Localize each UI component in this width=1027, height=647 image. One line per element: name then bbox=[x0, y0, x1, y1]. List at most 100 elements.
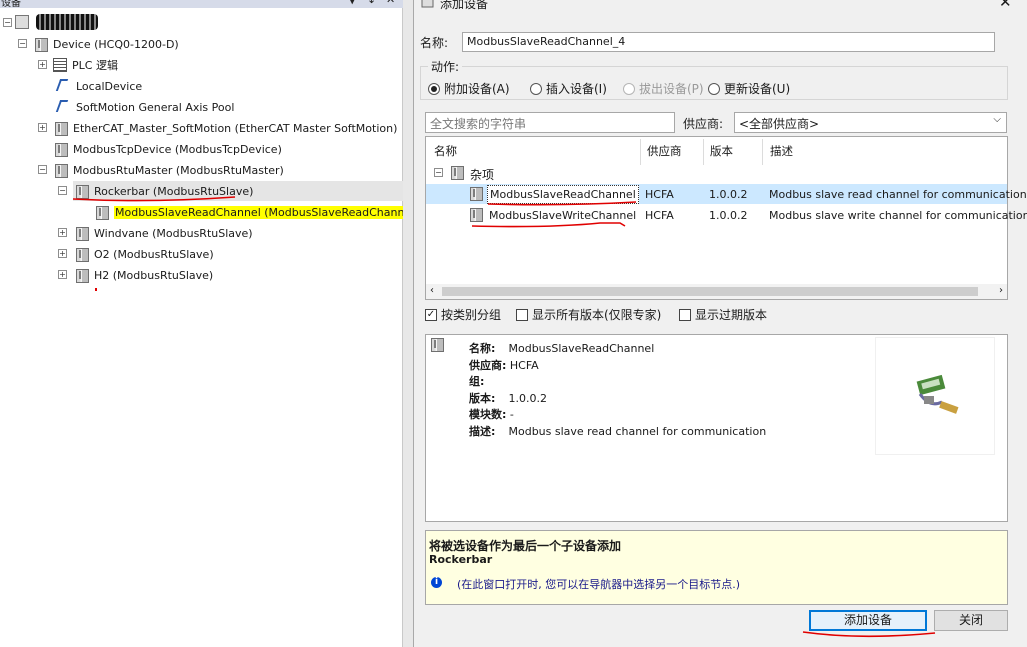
info-version: 版本: 1.0.0.2 bbox=[469, 392, 547, 405]
device-icon bbox=[34, 37, 48, 52]
expand-icon[interactable]: + bbox=[38, 60, 47, 69]
device-icon bbox=[95, 205, 109, 220]
tree-item-modbus-rtu-master[interactable]: ModbusRtuMaster (ModbusRtuMaster) bbox=[54, 160, 284, 180]
hint-target: Rockerbar bbox=[429, 553, 493, 566]
project-icon bbox=[15, 15, 29, 29]
column-separator bbox=[640, 139, 641, 165]
device-tree-panel: 设备 ▼ ↕ ✕ − − Device (HCQ0-1200-D) + PLC … bbox=[0, 0, 420, 647]
radio-plug[interactable]: 拔出设备(P) bbox=[623, 80, 704, 97]
column-separator bbox=[703, 139, 704, 165]
hint-panel: 将被选设备作为最后一个子设备添加 Rockerbar i (在此窗口打开时, 您… bbox=[425, 530, 1008, 605]
info-icon: i bbox=[431, 577, 442, 588]
folder-icon bbox=[450, 165, 464, 180]
tree-item-o2[interactable]: O2 (ModbusRtuSlave) bbox=[75, 244, 214, 264]
device-icon bbox=[75, 247, 89, 262]
hint-info-text: (在此窗口打开时, 您可以在导航器中选择另一个目标节点.) bbox=[457, 578, 741, 591]
chevron-down-icon: ⌵ bbox=[993, 114, 1001, 125]
dropdown-icon[interactable]: ▼ bbox=[348, 0, 356, 6]
radio-dot bbox=[530, 82, 542, 95]
device-icon bbox=[54, 163, 68, 178]
expand-icon[interactable]: + bbox=[58, 249, 67, 258]
column-header-desc[interactable]: 描述 bbox=[770, 143, 793, 159]
info-modules: 模块数: - bbox=[469, 408, 514, 421]
checkbox-show-all-versions[interactable]: 显示所有版本(仅限专家) bbox=[516, 306, 661, 323]
column-header-name[interactable]: 名称 bbox=[434, 143, 457, 159]
annotation-mark bbox=[95, 288, 97, 291]
expand-icon[interactable]: + bbox=[58, 228, 67, 237]
device-icon bbox=[469, 186, 483, 201]
tree-item-device[interactable]: Device (HCQ0-1200-D) bbox=[34, 34, 179, 54]
tree-item-softmotion-pool[interactable]: SoftMotion General Axis Pool bbox=[56, 97, 234, 117]
pin-icon[interactable]: ↕ bbox=[367, 0, 376, 6]
device-icon bbox=[54, 121, 68, 136]
horizontal-scrollbar[interactable]: ‹ › bbox=[426, 284, 1007, 299]
tree-item-ethercat-master[interactable]: EtherCAT_Master_SoftMotion (EtherCAT Mas… bbox=[54, 118, 397, 138]
collapse-icon[interactable]: − bbox=[38, 165, 47, 174]
splitter[interactable] bbox=[403, 0, 413, 647]
column-separator bbox=[762, 139, 763, 165]
checkbox bbox=[516, 308, 528, 321]
collapse-icon[interactable]: − bbox=[58, 186, 67, 195]
info-group: 组: bbox=[469, 375, 485, 388]
collapse-icon[interactable]: − bbox=[434, 168, 443, 177]
checkbox-show-outdated[interactable]: 显示过期版本 bbox=[679, 306, 767, 323]
annotation-underline bbox=[487, 201, 637, 206]
vendor-select[interactable]: <全部供应商> ⌵ bbox=[734, 112, 1007, 133]
tree-item-windvane[interactable]: Windvane (ModbusRtuSlave) bbox=[75, 223, 253, 243]
plc-logic-icon bbox=[53, 58, 67, 72]
device-icon bbox=[430, 337, 444, 352]
checkbox-group-by-category[interactable]: ✓ 按类别分组 bbox=[425, 306, 501, 323]
radio-dot bbox=[428, 82, 440, 95]
panel-title: 设备 bbox=[1, 0, 21, 9]
collapse-icon[interactable]: − bbox=[18, 39, 27, 48]
info-name: 名称: ModbusSlaveReadChannel bbox=[469, 342, 655, 355]
action-label: 动作: bbox=[428, 58, 463, 75]
softmotion-icon bbox=[56, 100, 68, 114]
device-list: 名称 供应商 版本 描述 − 杂项 ModbusSlaveReadChannel… bbox=[425, 136, 1027, 300]
close-icon[interactable]: ✕ bbox=[999, 0, 1012, 11]
hint-title: 将被选设备作为最后一个子设备添加 bbox=[429, 539, 622, 553]
device-illustration-icon bbox=[916, 374, 959, 414]
scrollbar-thumb[interactable] bbox=[442, 287, 978, 296]
panel-title-bar: 设备 ▼ ↕ ✕ bbox=[0, 0, 403, 9]
checkbox bbox=[679, 308, 691, 321]
expand-icon[interactable]: + bbox=[38, 123, 47, 132]
tree-item-local-device[interactable]: LocalDevice bbox=[56, 76, 142, 96]
device-icon bbox=[75, 268, 89, 283]
device-icon bbox=[54, 142, 68, 157]
name-label: 名称: bbox=[420, 36, 449, 50]
dialog-title: 添加设备 bbox=[440, 0, 489, 11]
info-desc: 描述: Modbus slave read channel for commun… bbox=[469, 425, 767, 438]
tree-item-read-channel[interactable]: ModbusSlaveReadChannel (ModbusSlaveReadC… bbox=[95, 202, 420, 222]
vendor-label: 供应商: bbox=[683, 117, 724, 131]
radio-dot bbox=[708, 82, 720, 95]
redacted-project-name bbox=[36, 14, 98, 30]
chevron-right-icon[interactable]: › bbox=[999, 285, 1003, 296]
close-button[interactable]: 关闭 bbox=[934, 610, 1008, 631]
radio-insert[interactable]: 插入设备(I) bbox=[530, 80, 607, 97]
tree-item-modbus-tcp[interactable]: ModbusTcpDevice (ModbusTcpDevice) bbox=[54, 139, 282, 159]
device-image bbox=[875, 337, 995, 455]
expand-icon[interactable]: + bbox=[58, 270, 67, 279]
group-misc[interactable]: 杂项 bbox=[470, 166, 494, 183]
annotation-underline bbox=[471, 222, 626, 228]
close-icon[interactable]: ✕ bbox=[386, 0, 395, 6]
info-vendor: 供应商: HCFA bbox=[469, 359, 539, 372]
collapse-icon[interactable]: − bbox=[3, 18, 12, 27]
radio-append[interactable]: 附加设备(A) bbox=[428, 80, 510, 97]
tree-item-h2[interactable]: H2 (ModbusRtuSlave) bbox=[75, 265, 213, 285]
device-icon bbox=[421, 0, 434, 8]
search-input[interactable]: 全文搜索的字符串 bbox=[425, 112, 675, 133]
column-header-vendor[interactable]: 供应商 bbox=[647, 143, 682, 159]
checkbox: ✓ bbox=[425, 308, 437, 321]
column-header-version[interactable]: 版本 bbox=[710, 143, 733, 159]
name-input[interactable]: ModbusSlaveReadChannel_4 bbox=[462, 32, 995, 52]
annotation-underline bbox=[72, 196, 236, 202]
radio-update[interactable]: 更新设备(U) bbox=[708, 80, 790, 97]
annotation-underline bbox=[802, 631, 936, 638]
tree-item-plc-logic[interactable]: PLC 逻辑 bbox=[53, 55, 118, 75]
local-device-icon bbox=[56, 79, 68, 93]
device-info-panel: 名称: ModbusSlaveReadChannel 供应商: HCFA 组: … bbox=[425, 334, 1008, 522]
device-icon bbox=[75, 226, 89, 241]
chevron-left-icon[interactable]: ‹ bbox=[430, 285, 434, 296]
